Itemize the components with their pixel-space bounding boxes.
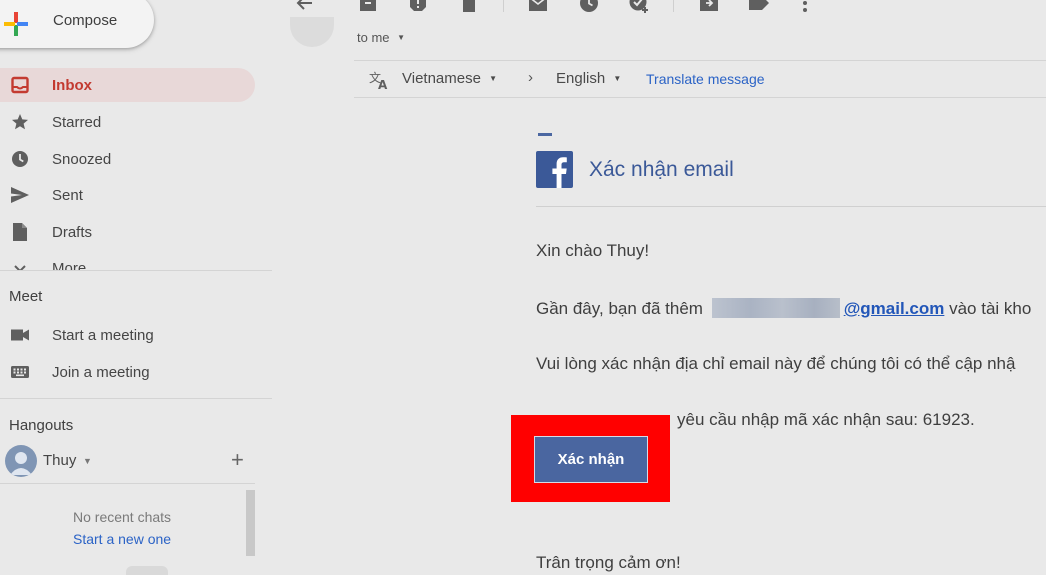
nav-label-starred: Starred [52,113,102,131]
start-new-chat-link[interactable]: Start a new one [73,531,171,547]
recipient-label: to me [357,30,390,45]
body-line-confirm-request: Vui lòng xác nhận địa chỉ email này để c… [536,354,1016,373]
clock-icon [10,149,30,169]
nav-label-snoozed: Snoozed [52,150,112,168]
source-language-label: Vietnamese [402,70,481,87]
star-icon [10,112,30,132]
archive-icon[interactable] [357,0,379,14]
snooze-icon[interactable] [578,0,600,14]
nav-label-drafts: Drafts [52,223,93,241]
body-line-email-added-end: vào tài kho [949,299,1032,318]
add-chat-icon[interactable]: + [231,449,244,471]
confirm-button[interactable]: Xác nhận [534,436,648,483]
join-meeting-item[interactable]: Join a meeting [0,355,255,389]
nav-label-more: More [52,260,87,270]
translate-icon: 文 A [369,70,388,91]
chats-scrollbar[interactable] [246,490,255,556]
sidebar-divider [0,270,272,271]
recipient-dropdown[interactable]: to me ▼ [357,30,405,45]
meet-title: Meet [9,288,43,305]
hangouts-user[interactable]: Thuy ▼ + [5,445,255,477]
facebook-logo-icon [536,151,573,188]
sidebar-divider [0,398,272,399]
nav-item-drafts[interactable]: Drafts [0,215,255,249]
sidebar: Compose Inbox Starred Snoozed Sent Draft… [0,0,272,575]
sender-avatar [290,17,334,47]
chats-panel: No recent chats Start a new one [0,490,255,560]
nav-item-inbox[interactable]: Inbox [0,68,255,102]
hangouts-title: Hangouts [9,417,74,434]
send-icon [10,185,30,205]
mark-unread-icon[interactable] [527,0,549,14]
compose-label: Compose [53,12,118,29]
chevron-right-icon: › [528,69,533,86]
target-language-label: English [556,70,606,87]
source-language-select[interactable]: Vietnamese ▼ [402,70,497,87]
start-meeting-label: Start a meeting [52,326,154,344]
nav-item-more[interactable]: More [0,252,255,270]
redacted-email [711,298,840,318]
confirmation-code-text: yêu cầu nhập mã xác nhận sau: 61923. [677,410,975,429]
body-line-email-added-start: Gần đây, bạn đã thêm [536,299,703,318]
translate-message-link[interactable]: Translate message [646,71,765,87]
nav-label-sent: Sent [52,186,83,204]
caret-down-icon: ▼ [613,74,622,83]
start-meeting-item[interactable]: Start a meeting [0,318,255,352]
compose-plus-icon [4,12,28,36]
closing-text: Trân trọng cảm ơn! [536,553,681,572]
body-line-email-added: Gần đây, bạn đã thêm @gmail.com vào tài … [536,298,1031,319]
move-to-icon[interactable] [698,0,720,14]
greeting-text: Xin chào Thuy! [536,241,650,260]
video-camera-icon [10,325,30,345]
email-divider [536,206,1046,207]
delete-icon[interactable] [458,0,480,14]
draft-icon [10,222,30,242]
caret-down-icon: ▼ [489,74,498,83]
label-icon[interactable] [748,0,770,14]
back-arrow-icon[interactable] [293,0,315,14]
chevron-down-icon [10,259,30,270]
keyboard-icon [10,362,30,382]
inbox-icon [10,75,30,95]
nav-item-snoozed[interactable]: Snoozed [0,142,255,176]
nav-item-sent[interactable]: Sent [0,178,255,212]
join-meeting-label: Join a meeting [52,363,150,381]
compose-button[interactable]: Compose [0,0,154,48]
email-title: Xác nhận email [589,158,734,181]
target-language-select[interactable]: English ▼ [556,70,621,87]
caret-down-icon[interactable]: ▼ [83,456,92,466]
sidebar-divider [0,483,255,484]
toolbar-separator [503,0,504,12]
no-chats-text: No recent chats [73,509,172,525]
nav-item-starred[interactable]: Starred [0,105,255,139]
avatar [5,445,37,477]
email-address-link[interactable]: @gmail.com [844,299,945,318]
nav-label-inbox: Inbox [52,76,92,94]
hangouts-user-name: Thuy [43,452,77,469]
toolbar-separator [673,0,674,12]
caret-down-icon: ▼ [397,33,406,42]
email-header-mark [538,133,552,136]
bottom-tab[interactable] [126,566,168,575]
more-vert-icon[interactable] [794,0,816,14]
svg-text:A: A [378,78,388,91]
translate-bar: 文 A Vietnamese ▼ › English ▼ Translate m… [354,60,1046,98]
add-task-icon[interactable] [628,0,650,14]
report-spam-icon[interactable] [407,0,429,14]
